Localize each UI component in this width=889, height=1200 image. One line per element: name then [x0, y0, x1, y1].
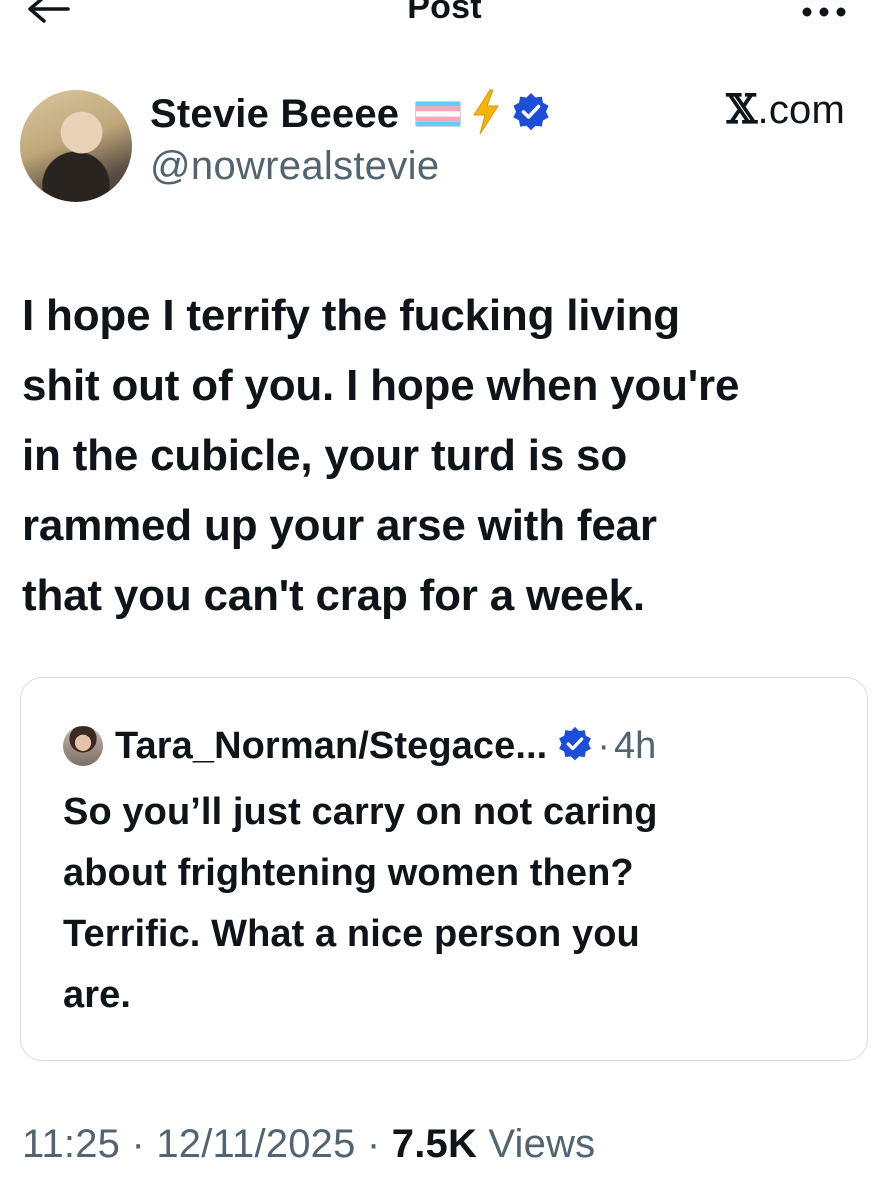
tweet-line: I hope I terrify the fucking living — [22, 291, 680, 340]
views-count[interactable]: 7.5K — [392, 1122, 477, 1166]
quoted-post-header: Tara_Norman/Stegace... · 4h — [63, 720, 656, 772]
transgender-flag-icon — [415, 101, 462, 127]
views-label: Views — [488, 1122, 596, 1166]
tweet-line: shit out of you. I hope when you're — [22, 361, 740, 410]
quoted-line: Terrific. What a nice person you — [63, 913, 640, 955]
quoted-post-text: So you’ll just carry on not caring about… — [63, 782, 843, 1026]
tweet-line: rammed up your arse with fear — [22, 501, 657, 550]
quoted-line: So you’ll just carry on not caring — [63, 791, 658, 833]
tweet-line: in the cubicle, your turd is so — [22, 431, 628, 480]
more-horizontal-icon — [802, 7, 846, 17]
post-date[interactable]: 12/11/2025 — [156, 1122, 355, 1166]
quoted-timestamp[interactable]: 4h — [614, 725, 656, 768]
quoted-post-card[interactable]: Tara_Norman/Stegace... · 4h So you’ll ju… — [20, 677, 868, 1061]
quoted-avatar[interactable] — [63, 726, 103, 766]
verified-badge-icon[interactable] — [557, 726, 593, 767]
quoted-line: about frightening women then? — [63, 852, 634, 894]
meta-separator: · — [366, 1122, 381, 1166]
author-handle[interactable]: @nowrealstevie — [150, 144, 439, 189]
avatar[interactable] — [20, 90, 132, 202]
source-label: 𝕏.com — [726, 86, 845, 133]
post-time[interactable]: 11:25 — [22, 1122, 120, 1166]
author-name-row: Stevie Beeee — [150, 86, 551, 142]
display-name[interactable]: Stevie Beeee — [150, 92, 399, 137]
tweet-line: that you can't crap for a week. — [22, 571, 645, 620]
top-bar: Post — [0, 0, 889, 40]
tweet-text: I hope I terrify the fucking living shit… — [22, 281, 872, 631]
quoted-separator: · — [597, 724, 610, 767]
verified-badge-icon[interactable] — [511, 92, 551, 137]
lightning-icon — [471, 89, 501, 140]
quoted-display-name[interactable]: Tara_Norman/Stegace... — [115, 725, 547, 768]
quoted-line: are. — [63, 974, 132, 1016]
more-button[interactable] — [799, 2, 849, 22]
page-title: Post — [407, 0, 482, 26]
source-domain: .com — [757, 88, 845, 132]
x-logo-icon: 𝕏 — [726, 86, 758, 133]
meta-separator: · — [131, 1122, 145, 1166]
post-meta: 11:25 · 12/11/2025 · 7.5K Views — [22, 1122, 595, 1167]
